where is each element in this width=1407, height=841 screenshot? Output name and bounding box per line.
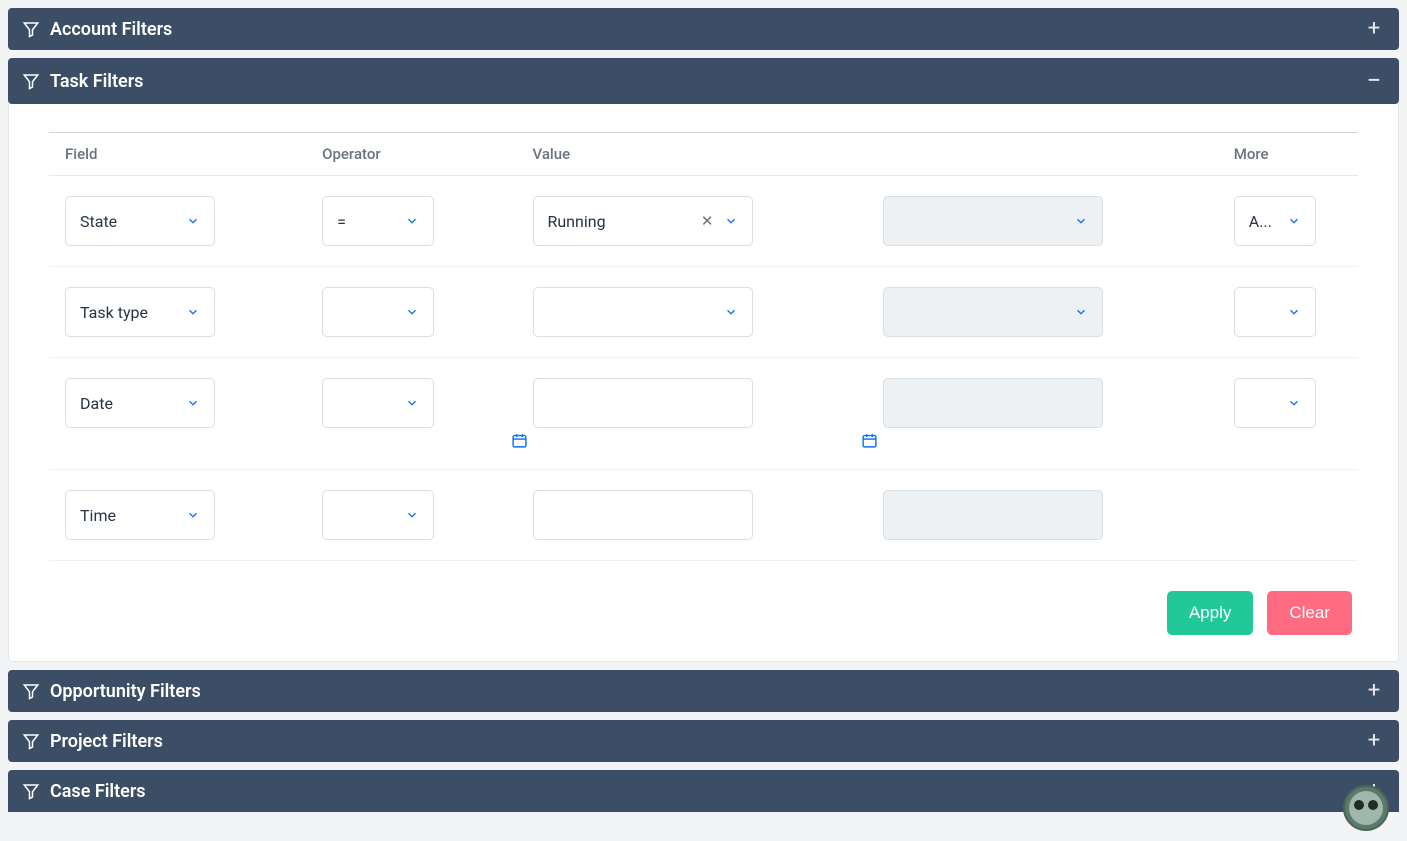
- panel-header-task[interactable]: Task Filters −: [8, 58, 1399, 104]
- more-select[interactable]: A...: [1234, 196, 1316, 246]
- panel-title: Opportunity Filters: [50, 681, 201, 702]
- value-select[interactable]: [533, 287, 753, 337]
- panel-opportunity-filters: Opportunity Filters +: [8, 670, 1399, 712]
- chevron-down-icon: [405, 508, 419, 522]
- panel-header-project[interactable]: Project Filters +: [8, 720, 1399, 762]
- chevron-down-icon: [724, 214, 738, 228]
- expand-icon[interactable]: +: [1363, 730, 1385, 752]
- chevron-down-icon: [186, 305, 200, 319]
- field-value: State: [80, 212, 172, 231]
- more-select[interactable]: [1234, 287, 1316, 337]
- filter-icon: [22, 72, 40, 90]
- calendar-icon[interactable]: [511, 432, 852, 449]
- panel-project-filters: Project Filters +: [8, 720, 1399, 762]
- field-value: Date: [80, 394, 172, 413]
- value-input[interactable]: [533, 490, 753, 540]
- panel-title: Task Filters: [50, 71, 143, 92]
- chevron-down-icon: [1287, 305, 1301, 319]
- value-text: Running: [548, 212, 710, 231]
- date-input[interactable]: [533, 378, 753, 428]
- filter-row: Date: [49, 358, 1358, 470]
- chevron-down-icon: [405, 214, 419, 228]
- field-value: Time: [80, 506, 172, 525]
- filter-row: State = Running✕ A...: [49, 176, 1358, 267]
- panel-header-opportunity[interactable]: Opportunity Filters +: [8, 670, 1399, 712]
- expand-icon[interactable]: +: [1363, 18, 1385, 40]
- operator-value: =: [337, 212, 391, 231]
- field-select[interactable]: Task type: [65, 287, 215, 337]
- filter-row: Task type: [49, 267, 1358, 358]
- more-value: A...: [1249, 212, 1273, 231]
- chevron-down-icon: [405, 305, 419, 319]
- chevron-down-icon: [186, 396, 200, 410]
- col-header-value2: [867, 133, 1218, 176]
- expand-icon[interactable]: +: [1363, 680, 1385, 702]
- field-select[interactable]: Time: [65, 490, 215, 540]
- operator-select[interactable]: [322, 490, 434, 540]
- panel-body-task: Field Operator Value More State = Running✕…: [8, 104, 1399, 662]
- clear-button[interactable]: Clear: [1267, 591, 1352, 635]
- col-header-operator: Operator: [306, 133, 516, 176]
- chevron-down-icon: [724, 305, 738, 319]
- chevron-down-icon: [1074, 214, 1088, 228]
- date-input-2: [883, 378, 1103, 428]
- collapse-icon[interactable]: −: [1363, 68, 1385, 94]
- field-value: Task type: [80, 303, 172, 322]
- value2-select: [883, 287, 1103, 337]
- value2-input: [883, 490, 1103, 540]
- filter-icon: [22, 20, 40, 38]
- chevron-down-icon: [405, 396, 419, 410]
- field-select[interactable]: State: [65, 196, 215, 246]
- chevron-down-icon: [1287, 214, 1301, 228]
- assistant-avatar[interactable]: [1343, 785, 1389, 831]
- filter-icon: [22, 782, 40, 800]
- operator-select[interactable]: [322, 378, 434, 428]
- filter-icon: [22, 732, 40, 750]
- chevron-down-icon: [1074, 305, 1088, 319]
- filter-row: Time: [49, 470, 1358, 561]
- panel-title: Account Filters: [50, 19, 172, 40]
- calendar-icon[interactable]: [861, 432, 1202, 449]
- field-select[interactable]: Date: [65, 378, 215, 428]
- col-header-value: Value: [517, 133, 868, 176]
- operator-select[interactable]: [322, 287, 434, 337]
- filter-table: Field Operator Value More State = Running✕…: [49, 132, 1358, 561]
- value2-select: [883, 196, 1103, 246]
- col-header-more: More: [1218, 133, 1358, 176]
- panel-task-filters: Task Filters − Field Operator Value More…: [8, 58, 1399, 662]
- operator-select[interactable]: =: [322, 196, 434, 246]
- chevron-down-icon: [186, 214, 200, 228]
- apply-button[interactable]: Apply: [1167, 591, 1254, 635]
- panel-header-case[interactable]: Case Filters +: [8, 770, 1399, 812]
- panel-account-filters: Account Filters +: [8, 8, 1399, 50]
- panel-title: Case Filters: [50, 781, 146, 802]
- filter-icon: [22, 682, 40, 700]
- clear-value-icon[interactable]: ✕: [701, 212, 714, 230]
- value-select[interactable]: Running✕: [533, 196, 753, 246]
- panel-case-filters: Case Filters +: [8, 770, 1399, 812]
- chevron-down-icon: [186, 508, 200, 522]
- button-row: Apply Clear: [49, 591, 1358, 635]
- panel-title: Project Filters: [50, 731, 163, 752]
- chevron-down-icon: [1287, 396, 1301, 410]
- more-select[interactable]: [1234, 378, 1316, 428]
- col-header-field: Field: [49, 133, 306, 176]
- panel-header-account[interactable]: Account Filters +: [8, 8, 1399, 50]
